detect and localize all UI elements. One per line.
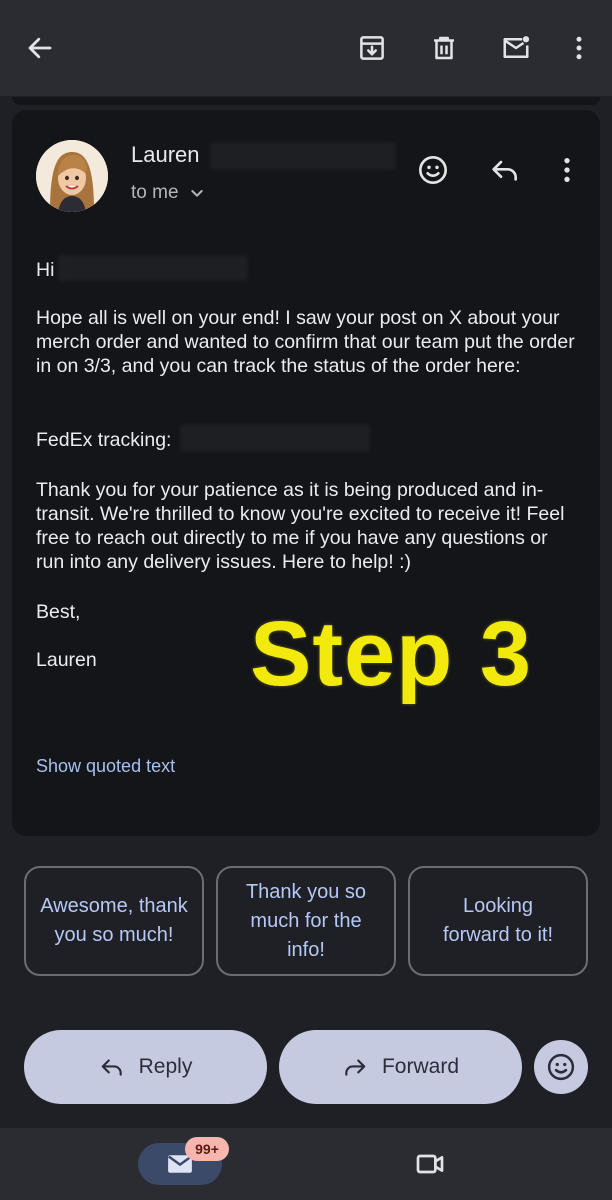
recipient-toggle[interactable]: to me [131,182,205,204]
reply-button[interactable]: Reply [24,1030,267,1104]
sender-name: Lauren [131,142,200,167]
redacted-tracking-number [180,424,370,452]
redacted-recipient-name [58,255,248,281]
archive-icon[interactable] [350,26,394,70]
forward-button[interactable]: Forward [279,1030,522,1104]
paragraph-2: Thank you for your patience as it is bei… [36,479,565,573]
smart-reply-chip[interactable]: Awesome, thank you so much! [24,866,204,976]
more-vert-icon[interactable] [557,26,601,70]
sender-avatar[interactable] [36,140,108,212]
meet-tab[interactable] [408,1143,452,1185]
email-card [12,110,600,836]
paragraph-1: Hope all is well on your end! I saw your… [36,307,575,377]
smart-reply-chip[interactable]: Thank you so much for the info! [216,866,396,976]
chevron-down-icon [190,190,203,197]
reply-icon[interactable] [483,148,527,192]
back-arrow-icon[interactable] [18,26,62,70]
reply-label: Reply [138,1055,193,1078]
reply-icon [101,1059,122,1076]
recipient-label: to me [131,182,179,203]
bottom-navigation [0,1128,612,1200]
video-camera-icon [416,1154,444,1174]
add-reaction-icon[interactable] [411,148,455,192]
emoji-reaction-button[interactable] [534,1040,588,1094]
show-quoted-text-link[interactable]: Show quoted text [36,756,175,777]
smart-reply-chip[interactable]: Looking forward to it! [408,866,588,976]
message-more-icon[interactable] [545,148,589,192]
mark-unread-icon[interactable] [494,26,538,70]
previous-message-edge [12,97,600,105]
delete-icon[interactable] [422,26,466,70]
emoji-icon [547,1053,575,1081]
step-overlay-label: Step 3 [250,603,533,705]
forward-icon [345,1059,366,1076]
redacted-sender-surname [210,142,396,170]
unread-count-badge: 99+ [185,1137,229,1161]
forward-label: Forward [381,1055,460,1078]
